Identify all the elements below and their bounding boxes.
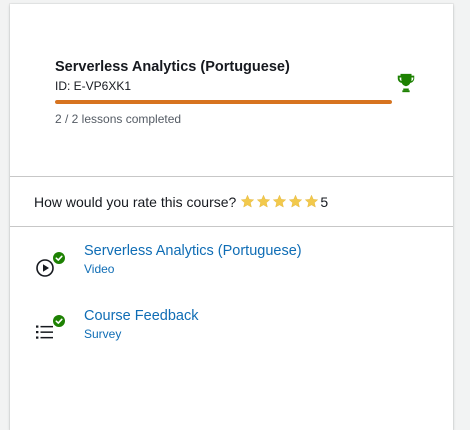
lesson-type: Video (84, 262, 115, 276)
list-icon (36, 315, 65, 339)
play-circle-icon (36, 252, 65, 277)
star-icon[interactable] (240, 194, 255, 209)
lessons-completed-text: 2 / 2 lessons completed (55, 112, 182, 126)
lesson-item-video[interactable]: Serverless Analytics (Portuguese) Video (10, 235, 453, 300)
lesson-title[interactable]: Serverless Analytics (Portuguese) (84, 243, 302, 259)
rating-value: 5 (320, 193, 329, 210)
progress-bar (55, 100, 392, 104)
star-icon[interactable] (288, 194, 303, 209)
star-rating[interactable] (240, 194, 320, 209)
lesson-type: Survey (84, 327, 122, 341)
star-icon[interactable] (304, 194, 319, 209)
lesson-item-survey[interactable]: Course Feedback Survey (10, 300, 453, 365)
star-icon[interactable] (256, 194, 271, 209)
course-card: Serverless Analytics (Portuguese) ID: E-… (10, 4, 453, 430)
rating-question: How would you rate this course? (34, 193, 237, 210)
course-title: Serverless Analytics (Portuguese) (55, 59, 290, 75)
course-rating: How would you rate this course? 5 (10, 177, 453, 227)
star-icon[interactable] (272, 194, 287, 209)
course-header: Serverless Analytics (Portuguese) ID: E-… (10, 4, 453, 177)
progress-bar-fill (55, 100, 392, 104)
trophy-icon (397, 73, 415, 93)
course-id: ID: E-VP6XK1 (55, 79, 132, 93)
lesson-title[interactable]: Course Feedback (84, 308, 198, 324)
